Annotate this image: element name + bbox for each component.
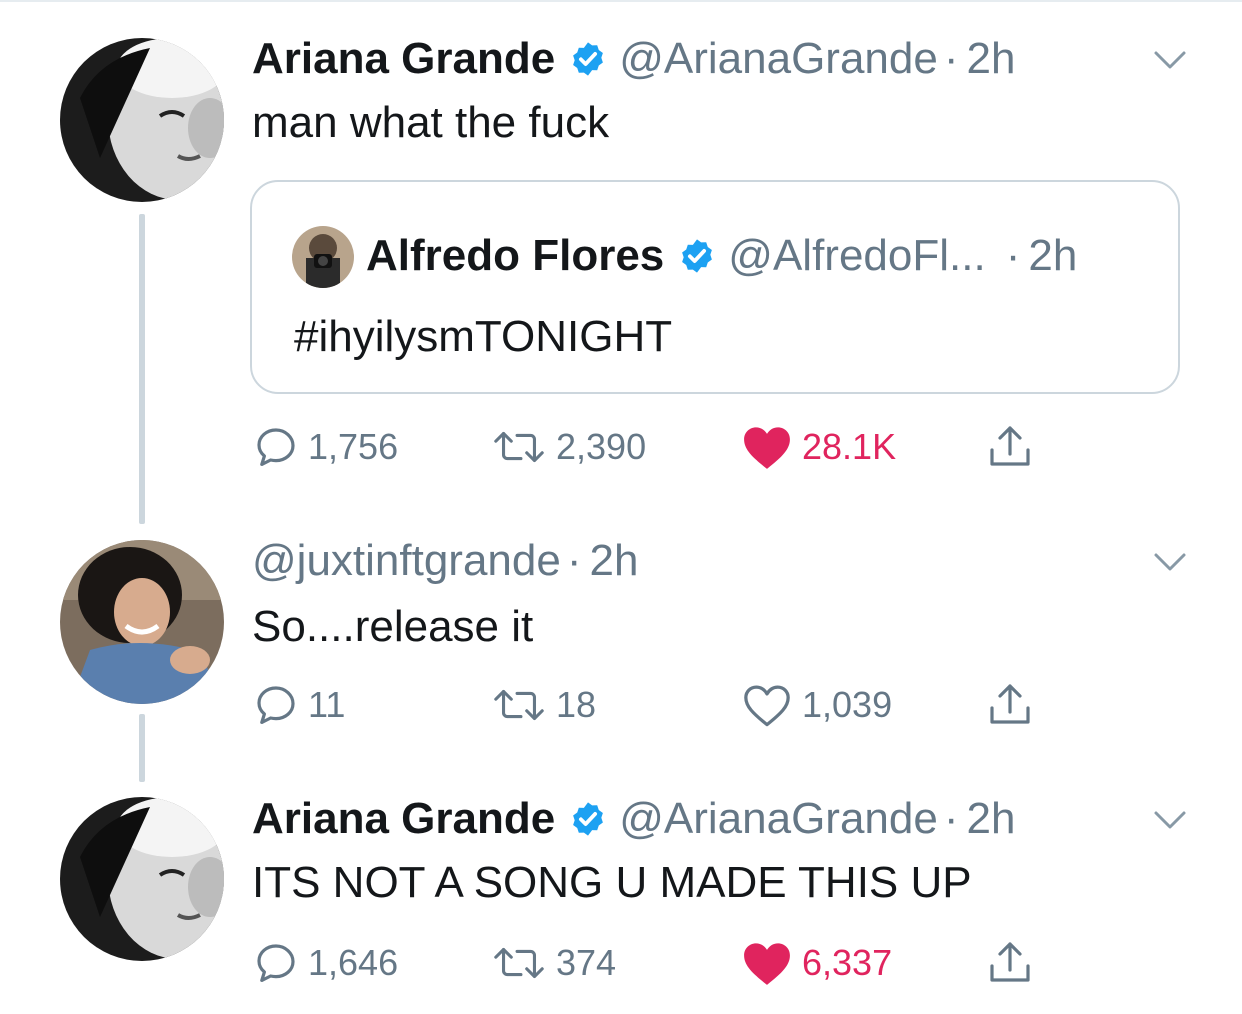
retweet-count: 2,390 [556, 426, 647, 467]
tweet-text: ITS NOT A SONG U MADE THIS UP [252, 858, 972, 907]
thread-connector [139, 214, 145, 524]
like-button[interactable]: 6,337 [740, 938, 892, 988]
retweet-icon [494, 431, 544, 463]
verified-badge-icon [573, 42, 604, 76]
tweet-actions: 1,646 374 6,337 [252, 938, 1052, 988]
share-icon [990, 426, 1030, 466]
like-count: 1,039 [802, 684, 893, 725]
share-button[interactable] [986, 422, 1034, 472]
separator-dot: · [943, 34, 959, 83]
verified-badge-icon [682, 239, 713, 273]
like-count: 6,337 [802, 942, 893, 983]
avatar-ariana[interactable] [60, 38, 224, 202]
timestamp[interactable]: 2h [590, 536, 639, 586]
retweet-icon [494, 689, 544, 721]
retweet-count: 18 [556, 684, 597, 725]
share-button[interactable] [986, 680, 1034, 730]
verified-badge-icon [573, 802, 604, 836]
quoted-author-handle: @AlfredoFl... [728, 231, 986, 280]
heart-icon [744, 427, 790, 469]
retweet-button[interactable]: 18 [490, 680, 596, 730]
reply-icon [257, 944, 295, 982]
timestamp[interactable]: 2h [967, 794, 1016, 844]
thread-connector [139, 714, 145, 782]
quoted-timestamp: 2h [1028, 231, 1078, 280]
avatar-juxtinftgrande[interactable] [60, 540, 224, 704]
share-button[interactable] [986, 938, 1034, 988]
reply-button[interactable]: 1,646 [252, 938, 398, 988]
tweet-header: Ariana Grande @ArianaGrande · 2h [252, 794, 1015, 844]
avatar-alfredo [292, 226, 354, 288]
share-icon [990, 684, 1030, 724]
reply-button[interactable]: 1,756 [252, 422, 398, 472]
like-count: 28.1K [802, 426, 897, 467]
tweet-text: man what the fuck [252, 98, 610, 147]
heart-icon [744, 685, 790, 727]
quoted-tweet-text: #ihyilysmTONIGHT [294, 312, 673, 361]
chevron-down-icon[interactable] [1152, 550, 1188, 574]
author-name[interactable]: Ariana Grande [252, 794, 555, 844]
tweet-actions: 1,756 2,390 28.1K [252, 422, 1052, 472]
like-button[interactable]: 1,039 [740, 680, 892, 730]
tweet-header: Ariana Grande @ArianaGrande · 2h [252, 34, 1015, 84]
author-name[interactable]: Ariana Grande [252, 34, 555, 84]
reply-count: 1,756 [308, 426, 399, 467]
like-button[interactable]: 28.1K [740, 422, 896, 472]
avatar-ariana[interactable] [60, 797, 224, 961]
author-handle[interactable]: @ArianaGrande [619, 34, 938, 84]
share-icon [990, 942, 1030, 982]
quoted-author-name: Alfredo Flores [366, 231, 665, 280]
heart-icon [744, 943, 790, 985]
tweet-text: So....release it [252, 602, 534, 651]
retweet-icon [494, 947, 544, 979]
tweet-actions: 11 18 1,039 [252, 680, 1052, 730]
separator-dot: · [1005, 231, 1021, 280]
quoted-tweet[interactable]: Alfredo Flores @AlfredoFl... · 2h #ihyil… [250, 180, 1180, 394]
timestamp[interactable]: 2h [967, 34, 1016, 84]
separator-dot: · [943, 794, 959, 843]
reply-count: 11 [308, 684, 346, 725]
author-handle[interactable]: @juxtinftgrande [252, 536, 561, 586]
reply-button[interactable]: 11 [252, 680, 345, 730]
chevron-down-icon[interactable] [1152, 48, 1188, 72]
tweet-header: @juxtinftgrande · 2h [252, 536, 638, 586]
retweet-button[interactable]: 2,390 [490, 422, 646, 472]
top-divider [0, 0, 1242, 2]
reply-count: 1,646 [308, 942, 399, 983]
reply-icon [257, 428, 295, 466]
chevron-down-icon[interactable] [1152, 808, 1188, 832]
retweet-button[interactable]: 374 [490, 938, 616, 988]
quoted-tweet-header: Alfredo Flores @AlfredoFl... · 2h [366, 228, 1077, 284]
author-handle[interactable]: @ArianaGrande [619, 794, 938, 844]
separator-dot: · [566, 536, 582, 585]
reply-icon [257, 686, 295, 724]
retweet-count: 374 [556, 942, 617, 983]
